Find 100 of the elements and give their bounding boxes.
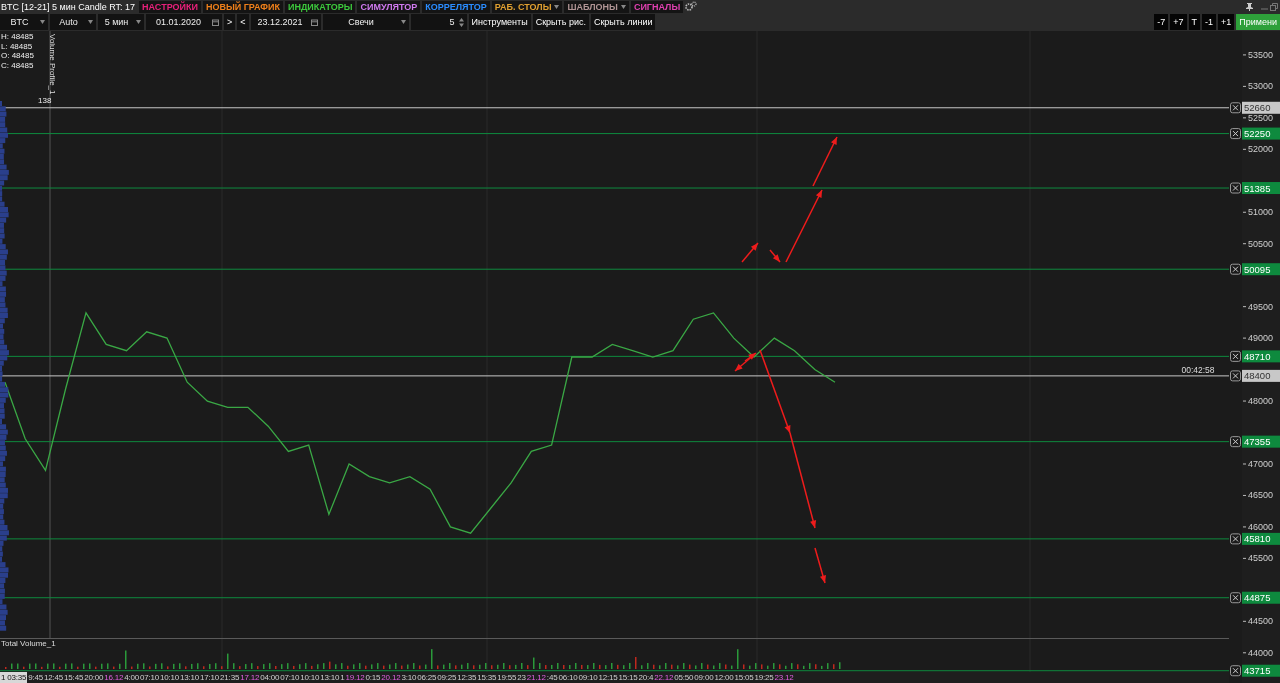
time-label: 17:10 <box>200 672 220 683</box>
menu-button[interactable]: СИГНАЛЫ <box>630 0 684 13</box>
menu-button[interactable]: ШАБЛОНЫ <box>564 0 629 13</box>
time-label: 19:55 <box>497 672 517 683</box>
time-label: 09:10 <box>578 672 598 683</box>
shift-button[interactable]: +1 <box>1218 14 1235 30</box>
shift-button[interactable]: -1 <box>1202 14 1217 30</box>
time-label: 09:00 <box>694 672 714 683</box>
toolbar-button[interactable]: Скрыть линии <box>590 14 656 30</box>
time-label: 15:05 <box>734 672 754 683</box>
ohlc-value: C: 48485 <box>1 60 34 70</box>
pin-icon[interactable] <box>1246 2 1253 11</box>
dropdown[interactable]: Свечи <box>322 14 409 30</box>
window-title: BTC [12-21] 5 мин Candle RT: 17 <box>1 1 136 12</box>
dropdown[interactable]: 5 мин <box>98 14 144 30</box>
axis-tick-label: 44500 <box>1242 616 1274 627</box>
time-label: 21.12 <box>526 672 546 683</box>
menu-button[interactable]: РАБ. СТОЛЫ <box>491 0 563 13</box>
time-label: 23 <box>517 672 526 683</box>
price-label: 48400 <box>1242 369 1280 382</box>
date-field[interactable]: 01.01.2020 <box>146 14 222 30</box>
axis-tick-label: 49000 <box>1242 333 1274 344</box>
time-label: 13:10 <box>180 672 200 683</box>
time-label: 9:45 <box>28 672 44 683</box>
dropdown[interactable]: BTC <box>0 14 48 30</box>
caret-icon <box>88 20 93 24</box>
y-tick-label: 44000 <box>1248 647 1274 658</box>
close-icon[interactable] <box>1230 370 1241 382</box>
time-label: 3:10 <box>401 672 417 683</box>
ref-line-label: 52660 <box>1244 102 1271 114</box>
toolbar-button[interactable]: Скрыть рис. <box>532 14 589 30</box>
close-icon[interactable] <box>1230 533 1241 545</box>
close-icon[interactable] <box>1230 182 1241 194</box>
y-tick-label: 44500 <box>1248 616 1274 627</box>
menu-button[interactable]: СИМУЛЯТОР <box>357 0 421 13</box>
price-label: 52250 <box>1242 127 1280 140</box>
calendar-icon <box>310 18 318 26</box>
time-label: 22.12 <box>654 672 674 683</box>
price-label: 48710 <box>1242 350 1280 363</box>
time-label: 20.12 <box>381 672 401 683</box>
time-label: 06:25 <box>417 672 437 683</box>
time-label: 04:00 <box>260 672 280 683</box>
price-label: 51385 <box>1242 182 1280 194</box>
menu-button[interactable]: КОРРЕЛЯТОР <box>422 0 490 13</box>
close-icon[interactable] <box>1230 263 1241 275</box>
time-label: 10:10 <box>160 672 180 683</box>
settings-icon[interactable] <box>685 1 698 12</box>
menu-button[interactable]: НАСТРОЙКИ <box>139 0 201 13</box>
dropdown[interactable]: Auto <box>50 14 96 30</box>
axis-tick-label: 44000 <box>1242 647 1274 658</box>
axis-tick-label: 53500 <box>1242 49 1274 60</box>
ref-line-label: 47355 <box>1244 436 1271 448</box>
ref-line-label: 51385 <box>1244 182 1271 194</box>
axis-tick-label: 52500 <box>1242 112 1274 123</box>
y-tick-label: 46500 <box>1248 490 1274 501</box>
close-icon[interactable] <box>1230 350 1241 362</box>
axis-tick-label: 52000 <box>1242 144 1274 155</box>
shift-button[interactable]: -7 <box>1154 14 1169 30</box>
time-label: 21:35 <box>220 672 240 683</box>
y-tick-label: 47000 <box>1248 458 1274 469</box>
time-label: 20:00 <box>84 672 104 683</box>
price-label: 43715 <box>1242 664 1280 677</box>
time-label: 1 <box>340 672 345 683</box>
time-label: 15:35 <box>477 672 497 683</box>
menu-button[interactable]: ИНДИКАТОРЫ <box>285 0 356 13</box>
axis-tick-label: 47000 <box>1242 459 1274 469</box>
close-icon[interactable] <box>1230 128 1241 140</box>
time-label: 1 03:35 <box>0 672 28 683</box>
date-field[interactable]: 23.12.2021 <box>250 14 321 30</box>
time-label: 12:15 <box>598 672 618 683</box>
toolbar-button[interactable]: Инструменты <box>468 14 531 30</box>
spinner-arrows-icon[interactable] <box>458 17 464 27</box>
price-label: 50095 <box>1242 263 1280 276</box>
y-tick-label: 53500 <box>1248 49 1274 60</box>
toolbar-button[interactable]: > <box>224 14 236 30</box>
close-icon[interactable] <box>1230 436 1241 448</box>
toolbar-button[interactable]: < <box>237 14 249 30</box>
price-label: 52660 <box>1242 101 1280 114</box>
close-icon[interactable] <box>1230 102 1241 114</box>
time-label: 05:50 <box>674 672 694 683</box>
time-label: 15:45 <box>64 672 84 683</box>
menu-button[interactable]: НОВЫЙ ГРАФИК <box>202 0 283 13</box>
time-label: 07:10 <box>280 672 300 683</box>
number-field[interactable]: 5 <box>410 14 467 30</box>
caret-icon <box>136 20 141 24</box>
shift-button[interactable]: T <box>1188 14 1200 30</box>
y-tick-label: 45500 <box>1248 553 1274 564</box>
ref-line-label: 48710 <box>1244 350 1271 362</box>
axis-tick-label: 53000 <box>1242 81 1274 92</box>
y-tick-label: 46000 <box>1248 521 1274 532</box>
axis-tick-label: 49500 <box>1242 301 1274 312</box>
time-label: 13:10 <box>320 672 340 683</box>
close-icon[interactable] <box>1230 592 1241 604</box>
restore-icon[interactable] <box>1270 2 1278 11</box>
axis-tick-label: 48000 <box>1242 396 1274 407</box>
time-label: 0:15 <box>365 672 381 683</box>
calendar-icon <box>212 18 219 26</box>
time-label: 12:45 <box>44 672 64 683</box>
close-icon[interactable] <box>1230 665 1241 677</box>
shift-button[interactable]: +7 <box>1170 14 1187 30</box>
